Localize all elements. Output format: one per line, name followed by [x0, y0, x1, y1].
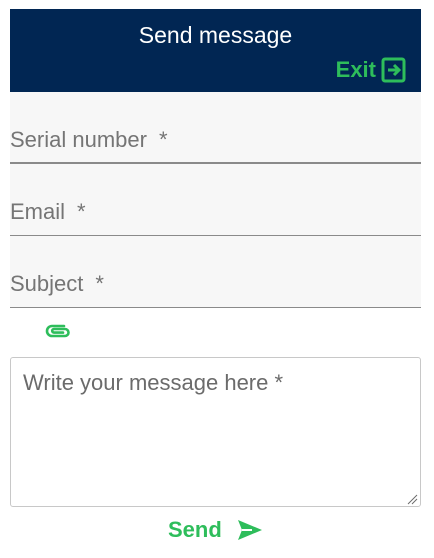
- send-message-dialog: Send message Exit Serial number * Email * …: [0, 0, 434, 558]
- email-field[interactable]: Email *: [10, 164, 421, 236]
- attach-file-button[interactable]: [44, 320, 72, 344]
- dialog-header: Send message Exit: [10, 9, 421, 92]
- email-input[interactable]: [10, 197, 421, 235]
- exit-icon: [380, 57, 406, 83]
- exit-button[interactable]: Exit: [336, 56, 406, 84]
- exit-label: Exit: [335, 57, 376, 82]
- serial-number-field[interactable]: Serial number *: [10, 92, 421, 164]
- message-box[interactable]: [10, 357, 421, 507]
- send-label: Send: [168, 517, 222, 542]
- message-textarea[interactable]: [11, 358, 420, 506]
- paperclip-icon: [44, 324, 72, 348]
- page-title: Send message: [138, 22, 293, 48]
- resize-handle-icon[interactable]: [406, 492, 418, 505]
- serial-number-input[interactable]: [10, 124, 421, 162]
- subject-input[interactable]: [10, 269, 421, 307]
- send-button[interactable]: Send: [168, 514, 264, 546]
- subject-field[interactable]: Subject *: [10, 236, 421, 308]
- send-arrow-icon: [236, 518, 264, 542]
